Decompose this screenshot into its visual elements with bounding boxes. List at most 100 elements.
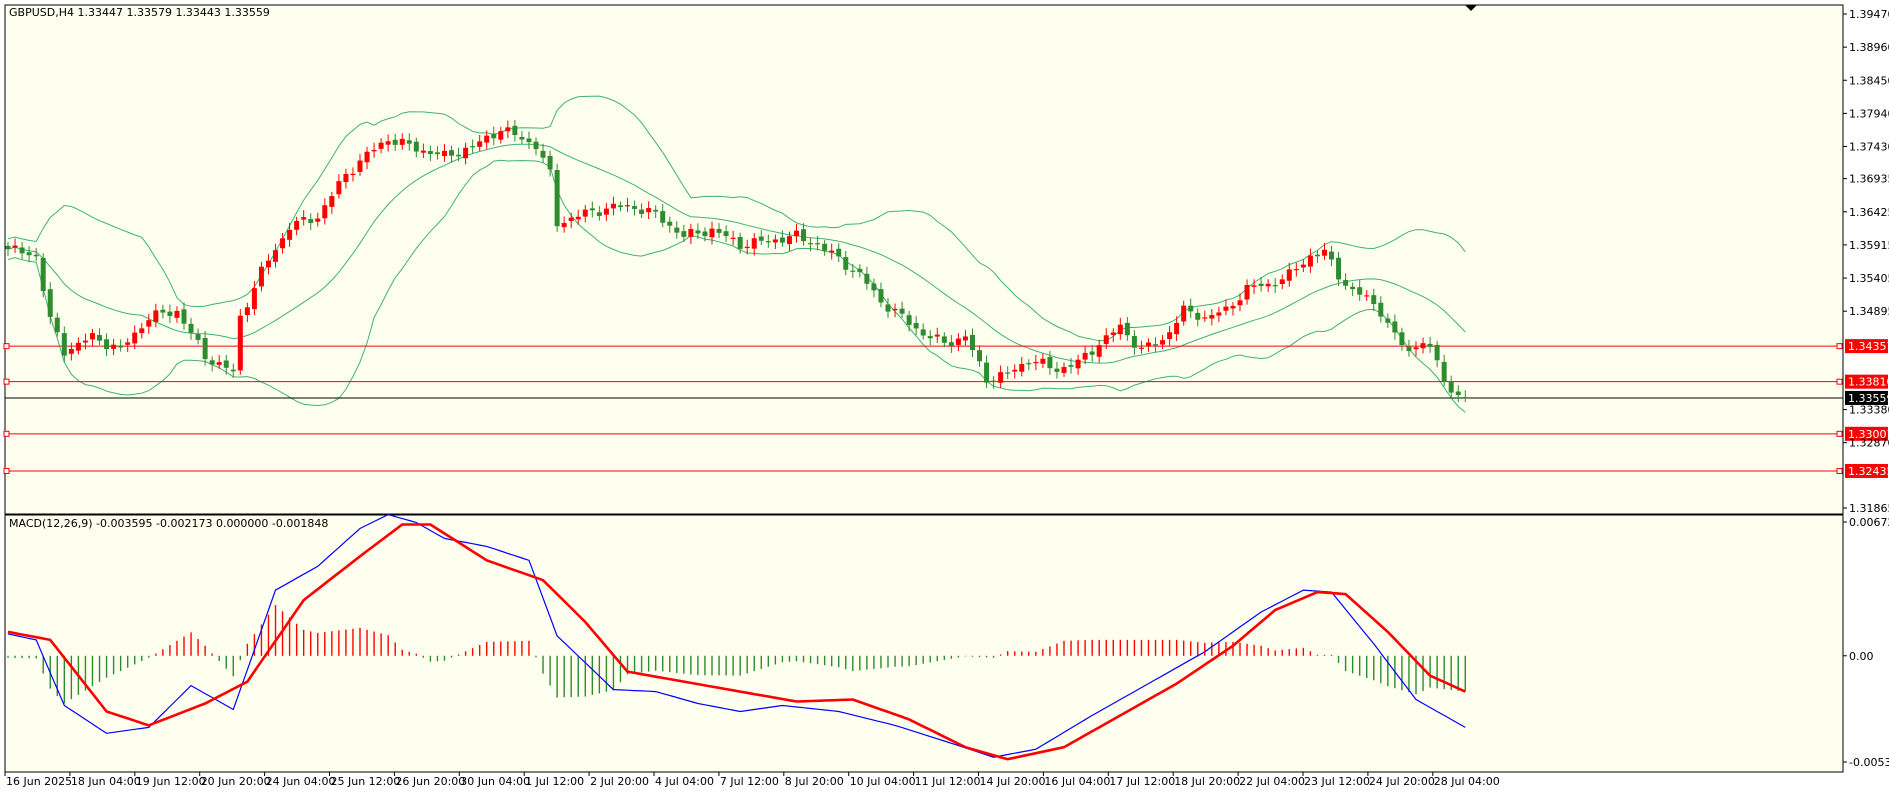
candle-body: [1371, 295, 1377, 305]
candle-body: [1117, 324, 1123, 335]
candle-body: [730, 237, 736, 239]
price-tick-label: 1.32870: [1849, 437, 1889, 450]
candle-body: [561, 222, 567, 228]
candle-body: [969, 334, 975, 351]
macd-header: MACD(12,26,9) -0.003595 -0.002173 0.0000…: [9, 517, 328, 530]
candle-body: [1420, 343, 1426, 349]
candle-body: [1005, 372, 1011, 374]
candle-body: [230, 369, 236, 372]
candle-body: [554, 170, 560, 227]
price-tick-label: 1.38450: [1849, 74, 1889, 87]
candle-body: [815, 243, 821, 245]
candle-body: [1336, 257, 1342, 280]
candle-body: [892, 308, 898, 311]
candle-body: [258, 266, 264, 287]
candle-body: [5, 245, 11, 250]
candle-body: [40, 258, 46, 292]
candle-body: [603, 208, 609, 215]
price-pane[interactable]: [4, 4, 1844, 515]
candle-body: [625, 205, 631, 207]
candle-body: [336, 181, 342, 195]
price-tick-label: 1.38960: [1849, 41, 1889, 54]
price-tick-label: 1.37430: [1849, 141, 1889, 154]
candle-body: [111, 344, 117, 349]
candle-body: [364, 151, 370, 163]
candle-body: [1145, 342, 1151, 346]
candle-body: [984, 362, 990, 383]
candle-body: [610, 203, 616, 209]
candle-body: [991, 380, 997, 382]
candle-body: [1378, 302, 1384, 317]
candle-body: [829, 250, 835, 253]
candle-body: [709, 228, 715, 238]
trading-chart[interactable]: 1.343571.338101.330071.324351.33559 1.39…: [0, 0, 1889, 792]
level-price-label: 1.32435: [1848, 465, 1889, 478]
candle-body: [209, 360, 215, 365]
time-tick-label: 18 Jun 04:00: [71, 775, 141, 788]
candle-body: [308, 219, 314, 223]
candle-body: [737, 236, 743, 249]
candle-body: [871, 283, 877, 291]
level-price-label: 1.34357: [1848, 340, 1889, 353]
candle-body: [1427, 343, 1433, 347]
candle-body: [12, 245, 18, 248]
candle-body: [850, 270, 856, 272]
candle-body: [1265, 283, 1271, 287]
candle-body: [540, 150, 546, 158]
candle-body: [1350, 286, 1356, 290]
candle-body: [913, 322, 919, 329]
price-tick-label: 1.37940: [1849, 107, 1889, 120]
candle-body: [75, 342, 81, 351]
candle-body: [639, 209, 645, 214]
candle-body: [434, 152, 440, 155]
candle-body: [1047, 357, 1053, 369]
time-tick-label: 10 Jul 04:00: [850, 775, 916, 788]
candle-body: [273, 250, 279, 262]
time-tick-label: 22 Jul 04:00: [1239, 775, 1305, 788]
candle-body: [19, 247, 25, 254]
candle-body: [920, 329, 926, 336]
candle-body: [632, 206, 638, 209]
time-axis: 16 Jun 202518 Jun 04:0019 Jun 12:0020 Ju…: [4, 772, 1500, 788]
candle-body: [660, 211, 666, 223]
candle-body: [97, 335, 103, 341]
macd-pane[interactable]: [4, 514, 1844, 773]
candle-body: [1167, 332, 1173, 340]
candle-body: [695, 230, 701, 234]
time-tick-label: 30 Jun 04:00: [460, 775, 530, 788]
candle-body: [885, 304, 891, 312]
candle-body: [1131, 336, 1137, 348]
candle-body: [526, 138, 532, 143]
candle-body: [392, 139, 398, 145]
candle-body: [174, 310, 180, 318]
candle-body: [1075, 359, 1081, 369]
candle-body: [688, 229, 694, 237]
candle-body: [744, 246, 750, 249]
candle-body: [357, 160, 363, 172]
candle-body: [702, 231, 708, 237]
candle-body: [1237, 300, 1243, 306]
time-tick-label: 18 Jul 20:00: [1174, 775, 1240, 788]
candle-body: [167, 311, 173, 316]
candle-body: [843, 257, 849, 270]
candle-body: [801, 229, 807, 242]
level-handle-left: [3, 430, 10, 437]
candle-body: [456, 154, 462, 157]
candle-body: [1089, 351, 1095, 355]
price-tick-label: 1.34895: [1849, 305, 1889, 318]
time-tick-label: 19 Jun 12:00: [136, 775, 206, 788]
candle-body: [237, 315, 243, 371]
candle-body: [223, 360, 229, 368]
candle-body: [646, 208, 652, 213]
candle-body: [1160, 340, 1166, 345]
candle-body: [1357, 287, 1363, 295]
candle-body: [808, 243, 814, 245]
candle-body: [301, 217, 307, 220]
candle-body: [765, 241, 771, 243]
price-tick-label: 1.33380: [1849, 404, 1889, 417]
candle-body: [280, 238, 286, 249]
macd-tick-label: -0.005342: [1849, 756, 1889, 769]
candle-body: [533, 141, 539, 150]
candle-body: [470, 146, 476, 148]
candle-body: [420, 150, 426, 153]
